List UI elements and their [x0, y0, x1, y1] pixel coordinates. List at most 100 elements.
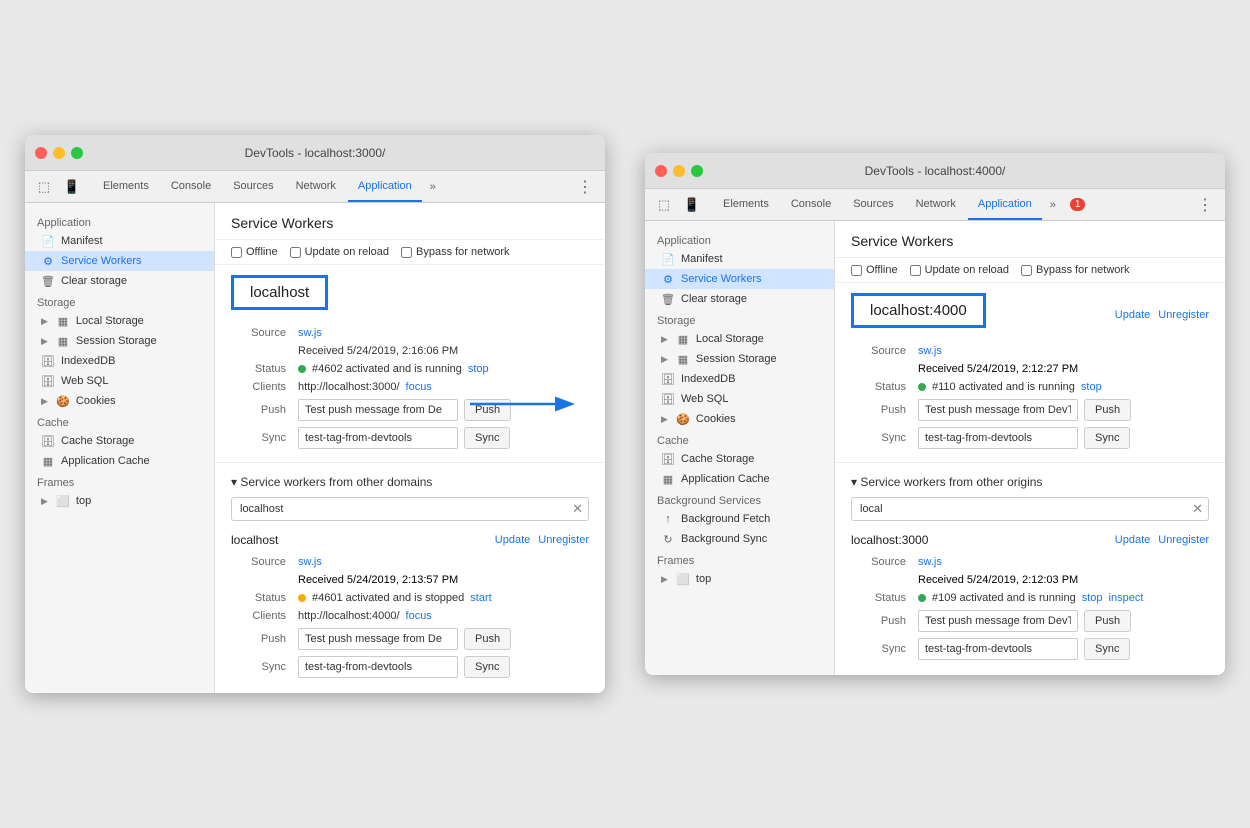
bypass-network-option[interactable]: Bypass for network: [401, 246, 510, 258]
right-inspector-icon[interactable]: ⬚: [653, 194, 675, 216]
right-minimize-button[interactable]: [673, 165, 685, 177]
tab-network[interactable]: Network: [286, 171, 346, 202]
right-update-on-reload-option[interactable]: Update on reload: [910, 264, 1009, 276]
right-sidebar-cache-storage[interactable]: 🗄 Cache Storage: [645, 449, 834, 469]
right-sidebar-frames-top[interactable]: ▶ ⬜ top: [645, 569, 834, 589]
sw-sync-input[interactable]: [298, 427, 458, 449]
right-tab-network[interactable]: Network: [906, 189, 966, 220]
sw-push-button[interactable]: Push: [464, 399, 511, 421]
right-tab-application[interactable]: Application: [968, 189, 1042, 220]
right-sidebar-indexeddb[interactable]: 🗄 IndexedDB: [645, 369, 834, 389]
inspector-icon[interactable]: ⬚: [33, 176, 55, 198]
sidebar-cache-storage[interactable]: 🗄 Cache Storage: [25, 431, 214, 451]
minimize-button[interactable]: [53, 147, 65, 159]
right-close-button[interactable]: [655, 165, 667, 177]
right-maximize-button[interactable]: [691, 165, 703, 177]
right-search-input[interactable]: [851, 497, 1209, 521]
sidebar-websql[interactable]: 🗄 Web SQL: [25, 371, 214, 391]
other-sw-sync-input[interactable]: [298, 656, 458, 678]
right-sidebar-manifest[interactable]: 📄 Manifest: [645, 249, 834, 269]
right-update-link[interactable]: Update: [1115, 309, 1150, 321]
right-sidebar-session-storage[interactable]: ▶ ▦ Session Storage: [645, 349, 834, 369]
right-sw-source-link[interactable]: sw.js: [918, 345, 942, 357]
search-input[interactable]: [231, 497, 589, 521]
other-sw-update-link[interactable]: Update: [495, 534, 530, 546]
right-sw-push-button[interactable]: Push: [1084, 399, 1131, 421]
update-on-reload-checkbox[interactable]: [290, 247, 301, 258]
sidebar-indexeddb[interactable]: 🗄 IndexedDB: [25, 351, 214, 371]
right-other-sw-update-link[interactable]: Update: [1115, 534, 1150, 546]
right-search-clear-icon[interactable]: ✕: [1192, 501, 1203, 517]
sidebar-clear-storage[interactable]: 🗑 Clear storage: [25, 271, 214, 291]
right-other-sw-inspect-link[interactable]: inspect: [1109, 592, 1144, 604]
sidebar-app-cache[interactable]: ▦ Application Cache: [25, 451, 214, 471]
right-sw-stop-link[interactable]: stop: [1081, 381, 1102, 393]
other-sw-focus-link[interactable]: focus: [406, 610, 432, 622]
right-bypass-network-checkbox[interactable]: [1021, 265, 1032, 276]
right-other-sw-stop-link[interactable]: stop: [1082, 592, 1103, 604]
maximize-button[interactable]: [71, 147, 83, 159]
right-sidebar-service-workers[interactable]: ⚙ Service Workers: [645, 269, 834, 289]
search-clear-icon[interactable]: ✕: [572, 501, 583, 517]
right-other-sw-sync-input[interactable]: [918, 638, 1078, 660]
right-other-sw-source-link[interactable]: sw.js: [918, 556, 942, 568]
tab-console[interactable]: Console: [161, 171, 221, 202]
offline-option[interactable]: Offline: [231, 246, 278, 258]
sidebar-frames-top[interactable]: ▶ ⬜ top: [25, 491, 214, 511]
right-tab-more[interactable]: »: [1044, 189, 1062, 220]
sidebar-manifest[interactable]: 📄 Manifest: [25, 231, 214, 251]
tab-application[interactable]: Application: [348, 171, 422, 202]
right-other-sw-sync-button[interactable]: Sync: [1084, 638, 1130, 660]
close-button[interactable]: [35, 147, 47, 159]
right-tab-console[interactable]: Console: [781, 189, 841, 220]
right-other-status-dot: [918, 594, 926, 602]
other-sw-start-link[interactable]: start: [470, 592, 491, 604]
right-sw-sync-button[interactable]: Sync: [1084, 427, 1130, 449]
tab-menu-button[interactable]: ⋮: [569, 171, 601, 202]
right-tab-sources[interactable]: Sources: [843, 189, 903, 220]
right-bypass-network-option[interactable]: Bypass for network: [1021, 264, 1130, 276]
right-update-on-reload-checkbox[interactable]: [910, 265, 921, 276]
right-sidebar-local-storage[interactable]: ▶ ▦ Local Storage: [645, 329, 834, 349]
right-sidebar-websql[interactable]: 🗄 Web SQL: [645, 389, 834, 409]
tab-more[interactable]: »: [424, 171, 442, 202]
sw-focus-link[interactable]: focus: [406, 381, 432, 393]
sidebar-session-storage[interactable]: ▶ ▦ Session Storage: [25, 331, 214, 351]
right-offline-option[interactable]: Offline: [851, 264, 898, 276]
right-other-sw-push-input[interactable]: [918, 610, 1078, 632]
right-unregister-link[interactable]: Unregister: [1158, 309, 1209, 321]
right-offline-checkbox[interactable]: [851, 265, 862, 276]
sw-stop-link[interactable]: stop: [468, 363, 489, 375]
other-sw-push-input[interactable]: [298, 628, 458, 650]
sidebar-cookies[interactable]: ▶ 🍪 Cookies: [25, 391, 214, 411]
other-sw-source-link[interactable]: sw.js: [298, 556, 322, 568]
sidebar-local-storage[interactable]: ▶ ▦ Local Storage: [25, 311, 214, 331]
right-sidebar-clear-storage[interactable]: 🗑 Clear storage: [645, 289, 834, 309]
right-sw-push-input[interactable]: [918, 399, 1078, 421]
other-sw-push-button[interactable]: Push: [464, 628, 511, 650]
right-sw-sync-input[interactable]: [918, 427, 1078, 449]
right-other-sw-unregister-link[interactable]: Unregister: [1158, 534, 1209, 546]
right-mobile-icon[interactable]: 📱: [681, 194, 703, 216]
sw-source-link[interactable]: sw.js: [298, 327, 322, 339]
right-tab-elements[interactable]: Elements: [713, 189, 779, 220]
expand-icon: ▶: [41, 496, 48, 507]
other-sw-unregister-link[interactable]: Unregister: [538, 534, 589, 546]
right-sidebar-bg-sync[interactable]: ↻ Background Sync: [645, 529, 834, 549]
right-tab-menu-button[interactable]: ⋮: [1189, 189, 1221, 220]
tab-sources[interactable]: Sources: [223, 171, 283, 202]
right-sidebar-app-cache[interactable]: ▦ Application Cache: [645, 469, 834, 489]
bypass-network-checkbox[interactable]: [401, 247, 412, 258]
sw-sync-button[interactable]: Sync: [464, 427, 510, 449]
right-other-sw-push-button[interactable]: Push: [1084, 610, 1131, 632]
right-sidebar-cookies[interactable]: ▶ 🍪 Cookies: [645, 409, 834, 429]
update-on-reload-option[interactable]: Update on reload: [290, 246, 389, 258]
sidebar-service-workers[interactable]: ⚙ Service Workers: [25, 251, 214, 271]
other-sw-sync-button[interactable]: Sync: [464, 656, 510, 678]
offline-checkbox[interactable]: [231, 247, 242, 258]
mobile-icon[interactable]: 📱: [61, 176, 83, 198]
right-sidebar-bg-fetch[interactable]: ↑ Background Fetch: [645, 509, 834, 529]
sidebar-websql-label: Web SQL: [61, 375, 109, 387]
tab-elements[interactable]: Elements: [93, 171, 159, 202]
sw-push-input[interactable]: [298, 399, 458, 421]
